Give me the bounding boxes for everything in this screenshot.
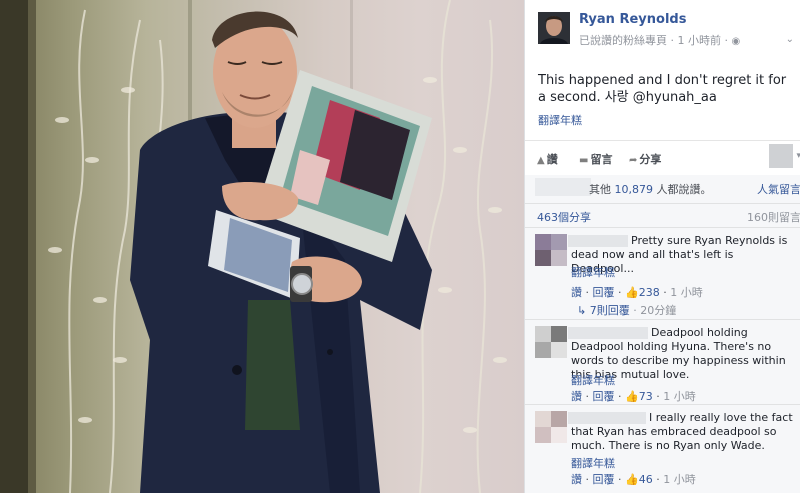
- meta-separator: ·: [724, 34, 729, 47]
- thumbs-up-icon: 👍: [625, 286, 639, 299]
- comment-label: 留言: [590, 153, 613, 166]
- avatar-image: [538, 12, 570, 44]
- commenter-avatar[interactable]: [535, 234, 567, 266]
- chevron-down-icon[interactable]: ▾: [796, 151, 800, 161]
- photo-illustration: [0, 0, 507, 493]
- page-status[interactable]: 已說讚的粉絲專頁: [579, 34, 667, 47]
- post-timestamp[interactable]: 1 小時前: [678, 34, 722, 47]
- comment-count[interactable]: 160則留言: [747, 209, 800, 225]
- comment-like-count[interactable]: 46: [639, 473, 653, 486]
- replies-count[interactable]: 7則回覆: [590, 304, 630, 317]
- reply-time: 20分鐘: [640, 304, 677, 317]
- comment-like-count[interactable]: 73: [639, 390, 653, 403]
- see-translation-link[interactable]: 翻譯年糕: [571, 372, 615, 388]
- comment-like-link[interactable]: 讚: [571, 473, 582, 486]
- comment-like-link[interactable]: 讚: [571, 390, 582, 403]
- comment-button[interactable]: ▬ 留言: [579, 151, 612, 167]
- likes-summary: 其他 10,879 人都說讚。: [559, 181, 712, 197]
- comment-item: I really really love the fact that Ryan …: [525, 404, 800, 493]
- see-translation-link[interactable]: 翻譯年糕: [538, 112, 582, 128]
- commenter-avatar[interactable]: [535, 326, 567, 358]
- viewer-avatar[interactable]: [769, 144, 793, 168]
- comment-like-count[interactable]: 238: [639, 286, 660, 299]
- thumbs-up-icon: ▲: [537, 155, 545, 166]
- see-translation-link[interactable]: 翻譯年糕: [571, 455, 615, 471]
- share-count-link[interactable]: 463個分享: [537, 209, 591, 225]
- top-comments-dropdown[interactable]: 人氣留言: [757, 181, 800, 197]
- counts-row: 463個分享 160則留言: [525, 203, 800, 228]
- comment-actions: 讚 · 回覆 · 👍73 · 1 小時: [571, 390, 696, 403]
- comment-like-link[interactable]: 讚: [571, 286, 582, 299]
- comment-item: Pretty sure Ryan Reynolds is dead now an…: [525, 227, 800, 320]
- comment-reply-link[interactable]: 回覆: [593, 473, 615, 486]
- facebook-photo-viewer: Ryan Reynolds 已說讚的粉絲專頁 · 1 小時前 · ◉ ⌄ Thi…: [0, 0, 800, 493]
- comment-item: Deadpool holding Deadpool holding Hyuna.…: [525, 319, 800, 405]
- people-liked-label: 人都說讚。: [656, 183, 712, 196]
- post-side-panel: Ryan Reynolds 已說讚的粉絲專頁 · 1 小時前 · ◉ ⌄ Thi…: [524, 0, 800, 493]
- comment-time[interactable]: 1 小時: [663, 473, 696, 486]
- comment-actions: 讚 · 回覆 · 👍46 · 1 小時: [571, 473, 696, 486]
- others-label: 其他: [589, 183, 611, 196]
- comment-reply-link[interactable]: 回覆: [593, 286, 615, 299]
- share-icon: ➦: [629, 155, 638, 166]
- replies-link[interactable]: ↳ 7則回覆 · 20分鐘: [577, 302, 676, 318]
- like-count-link[interactable]: 10,879: [615, 183, 654, 196]
- poster-name[interactable]: Ryan Reynolds: [579, 12, 686, 27]
- comment-time[interactable]: 1 小時: [670, 286, 703, 299]
- comment-actions: 讚 · 回覆 · 👍238 · 1 小時: [571, 286, 703, 299]
- reactions-row: 其他 10,879 人都說讚。 人氣留言: [525, 175, 800, 203]
- post-actions-bar: ▲讚 ▬留言 ➦分享 ▾: [525, 140, 800, 176]
- thumbs-up-icon: 👍: [625, 473, 639, 486]
- meta-separator: ·: [670, 34, 675, 47]
- post-photo[interactable]: [0, 0, 524, 493]
- poster-avatar[interactable]: [538, 12, 570, 44]
- chevron-down-icon[interactable]: ⌄: [786, 34, 794, 45]
- globe-icon: ◉: [731, 36, 741, 47]
- comment-reply-link[interactable]: 回覆: [593, 390, 615, 403]
- comment-text: I really really love the fact that Ryan …: [571, 411, 793, 452]
- comment-icon: ▬: [579, 155, 589, 166]
- share-button[interactable]: ➦ 分享: [629, 151, 661, 167]
- like-button[interactable]: ▲ 讚: [537, 151, 558, 167]
- share-label: 分享: [639, 153, 662, 166]
- reply-arrow-icon: ↳: [577, 304, 587, 317]
- comment-time[interactable]: 1 小時: [663, 390, 696, 403]
- post-text: This happened and I don't regret it for …: [538, 73, 787, 105]
- see-translation-link[interactable]: 翻譯年糕: [571, 264, 615, 280]
- thumbs-up-icon: 👍: [625, 390, 639, 403]
- commenter-avatar[interactable]: [535, 411, 567, 443]
- separator: ·: [633, 304, 637, 317]
- post-meta: 已說讚的粉絲專頁 · 1 小時前 · ◉: [579, 32, 740, 48]
- like-label: 讚: [546, 153, 558, 166]
